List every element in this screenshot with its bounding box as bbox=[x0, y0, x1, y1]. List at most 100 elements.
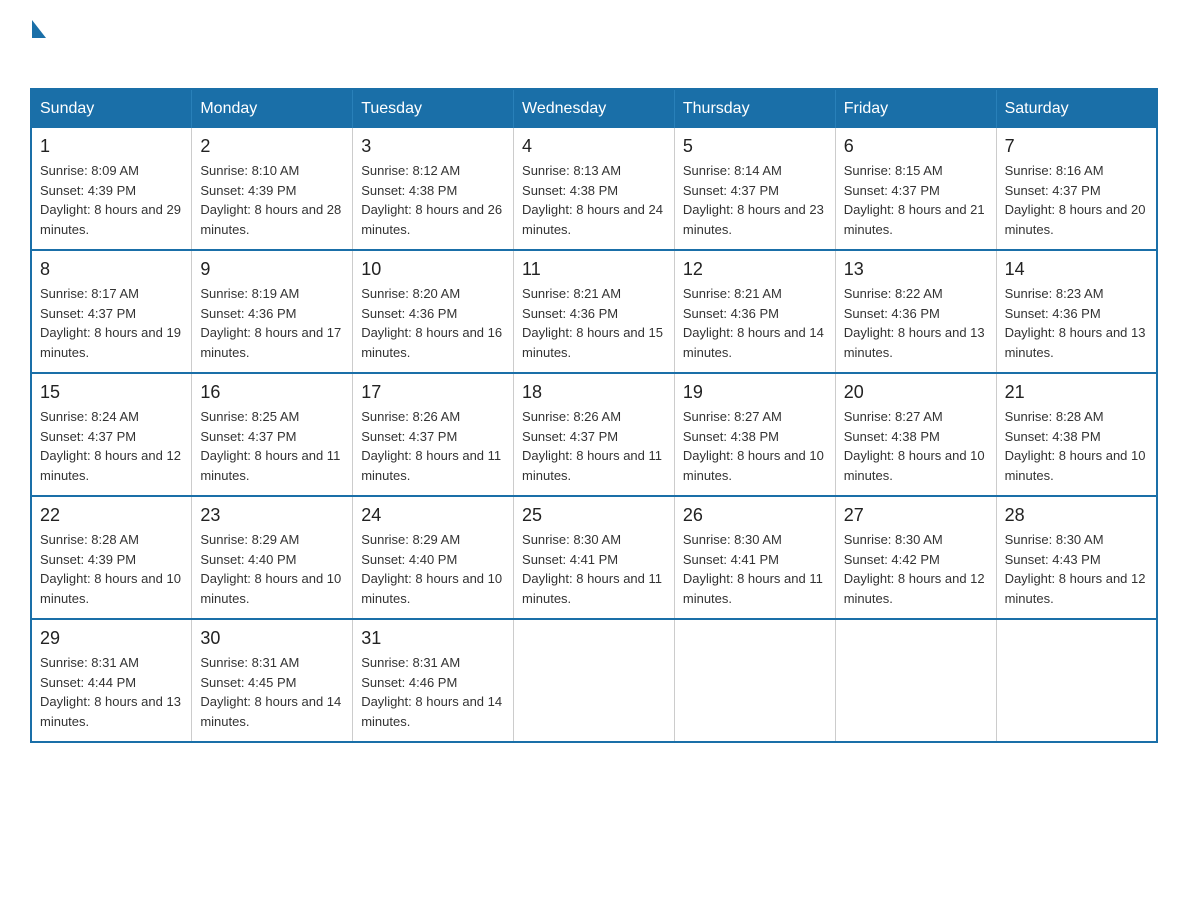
calendar-cell bbox=[674, 619, 835, 742]
calendar-week-row: 1 Sunrise: 8:09 AMSunset: 4:39 PMDayligh… bbox=[31, 128, 1157, 250]
day-info: Sunrise: 8:12 AMSunset: 4:38 PMDaylight:… bbox=[361, 163, 502, 237]
day-number: 14 bbox=[1005, 259, 1148, 280]
calendar-week-row: 29 Sunrise: 8:31 AMSunset: 4:44 PMDaylig… bbox=[31, 619, 1157, 742]
day-info: Sunrise: 8:29 AMSunset: 4:40 PMDaylight:… bbox=[200, 532, 341, 606]
day-info: Sunrise: 8:31 AMSunset: 4:44 PMDaylight:… bbox=[40, 655, 181, 729]
day-number: 10 bbox=[361, 259, 505, 280]
day-number: 12 bbox=[683, 259, 827, 280]
calendar-cell: 15 Sunrise: 8:24 AMSunset: 4:37 PMDaylig… bbox=[31, 373, 192, 496]
day-info: Sunrise: 8:20 AMSunset: 4:36 PMDaylight:… bbox=[361, 286, 502, 360]
day-info: Sunrise: 8:14 AMSunset: 4:37 PMDaylight:… bbox=[683, 163, 824, 237]
calendar-cell: 31 Sunrise: 8:31 AMSunset: 4:46 PMDaylig… bbox=[353, 619, 514, 742]
calendar-cell: 13 Sunrise: 8:22 AMSunset: 4:36 PMDaylig… bbox=[835, 250, 996, 373]
day-number: 20 bbox=[844, 382, 988, 403]
day-number: 30 bbox=[200, 628, 344, 649]
calendar-cell: 11 Sunrise: 8:21 AMSunset: 4:36 PMDaylig… bbox=[514, 250, 675, 373]
weekday-header-friday: Friday bbox=[835, 89, 996, 128]
calendar-cell: 25 Sunrise: 8:30 AMSunset: 4:41 PMDaylig… bbox=[514, 496, 675, 619]
day-number: 23 bbox=[200, 505, 344, 526]
page-header bbox=[30, 20, 1158, 68]
calendar-week-row: 22 Sunrise: 8:28 AMSunset: 4:39 PMDaylig… bbox=[31, 496, 1157, 619]
calendar-cell: 20 Sunrise: 8:27 AMSunset: 4:38 PMDaylig… bbox=[835, 373, 996, 496]
calendar-cell: 23 Sunrise: 8:29 AMSunset: 4:40 PMDaylig… bbox=[192, 496, 353, 619]
weekday-header-wednesday: Wednesday bbox=[514, 89, 675, 128]
calendar-cell: 17 Sunrise: 8:26 AMSunset: 4:37 PMDaylig… bbox=[353, 373, 514, 496]
weekday-header-sunday: Sunday bbox=[31, 89, 192, 128]
day-number: 22 bbox=[40, 505, 183, 526]
day-info: Sunrise: 8:30 AMSunset: 4:43 PMDaylight:… bbox=[1005, 532, 1146, 606]
day-info: Sunrise: 8:31 AMSunset: 4:45 PMDaylight:… bbox=[200, 655, 341, 729]
day-info: Sunrise: 8:30 AMSunset: 4:42 PMDaylight:… bbox=[844, 532, 985, 606]
calendar-cell bbox=[996, 619, 1157, 742]
calendar-cell: 1 Sunrise: 8:09 AMSunset: 4:39 PMDayligh… bbox=[31, 128, 192, 250]
day-number: 27 bbox=[844, 505, 988, 526]
day-number: 18 bbox=[522, 382, 666, 403]
calendar-cell: 3 Sunrise: 8:12 AMSunset: 4:38 PMDayligh… bbox=[353, 128, 514, 250]
calendar-week-row: 15 Sunrise: 8:24 AMSunset: 4:37 PMDaylig… bbox=[31, 373, 1157, 496]
calendar-cell: 29 Sunrise: 8:31 AMSunset: 4:44 PMDaylig… bbox=[31, 619, 192, 742]
calendar-week-row: 8 Sunrise: 8:17 AMSunset: 4:37 PMDayligh… bbox=[31, 250, 1157, 373]
day-number: 29 bbox=[40, 628, 183, 649]
day-number: 11 bbox=[522, 259, 666, 280]
day-number: 6 bbox=[844, 136, 988, 157]
day-number: 4 bbox=[522, 136, 666, 157]
day-info: Sunrise: 8:22 AMSunset: 4:36 PMDaylight:… bbox=[844, 286, 985, 360]
day-number: 7 bbox=[1005, 136, 1148, 157]
calendar-cell: 10 Sunrise: 8:20 AMSunset: 4:36 PMDaylig… bbox=[353, 250, 514, 373]
day-info: Sunrise: 8:24 AMSunset: 4:37 PMDaylight:… bbox=[40, 409, 181, 483]
day-info: Sunrise: 8:23 AMSunset: 4:36 PMDaylight:… bbox=[1005, 286, 1146, 360]
day-info: Sunrise: 8:27 AMSunset: 4:38 PMDaylight:… bbox=[683, 409, 824, 483]
weekday-header-monday: Monday bbox=[192, 89, 353, 128]
calendar-cell bbox=[835, 619, 996, 742]
calendar-cell bbox=[514, 619, 675, 742]
weekday-header-thursday: Thursday bbox=[674, 89, 835, 128]
weekday-header-saturday: Saturday bbox=[996, 89, 1157, 128]
logo bbox=[30, 20, 46, 68]
day-info: Sunrise: 8:15 AMSunset: 4:37 PMDaylight:… bbox=[844, 163, 985, 237]
calendar-cell: 16 Sunrise: 8:25 AMSunset: 4:37 PMDaylig… bbox=[192, 373, 353, 496]
calendar-cell: 28 Sunrise: 8:30 AMSunset: 4:43 PMDaylig… bbox=[996, 496, 1157, 619]
day-number: 15 bbox=[40, 382, 183, 403]
calendar-cell: 2 Sunrise: 8:10 AMSunset: 4:39 PMDayligh… bbox=[192, 128, 353, 250]
calendar-cell: 7 Sunrise: 8:16 AMSunset: 4:37 PMDayligh… bbox=[996, 128, 1157, 250]
calendar-cell: 5 Sunrise: 8:14 AMSunset: 4:37 PMDayligh… bbox=[674, 128, 835, 250]
calendar-cell: 26 Sunrise: 8:30 AMSunset: 4:41 PMDaylig… bbox=[674, 496, 835, 619]
day-number: 16 bbox=[200, 382, 344, 403]
calendar-cell: 12 Sunrise: 8:21 AMSunset: 4:36 PMDaylig… bbox=[674, 250, 835, 373]
day-number: 9 bbox=[200, 259, 344, 280]
day-number: 25 bbox=[522, 505, 666, 526]
day-number: 26 bbox=[683, 505, 827, 526]
day-info: Sunrise: 8:28 AMSunset: 4:38 PMDaylight:… bbox=[1005, 409, 1146, 483]
calendar-cell: 24 Sunrise: 8:29 AMSunset: 4:40 PMDaylig… bbox=[353, 496, 514, 619]
day-info: Sunrise: 8:27 AMSunset: 4:38 PMDaylight:… bbox=[844, 409, 985, 483]
day-number: 19 bbox=[683, 382, 827, 403]
calendar-cell: 9 Sunrise: 8:19 AMSunset: 4:36 PMDayligh… bbox=[192, 250, 353, 373]
calendar-cell: 6 Sunrise: 8:15 AMSunset: 4:37 PMDayligh… bbox=[835, 128, 996, 250]
calendar-cell: 18 Sunrise: 8:26 AMSunset: 4:37 PMDaylig… bbox=[514, 373, 675, 496]
calendar-cell: 14 Sunrise: 8:23 AMSunset: 4:36 PMDaylig… bbox=[996, 250, 1157, 373]
day-number: 21 bbox=[1005, 382, 1148, 403]
calendar-header-row: SundayMondayTuesdayWednesdayThursdayFrid… bbox=[31, 89, 1157, 128]
day-number: 28 bbox=[1005, 505, 1148, 526]
day-number: 5 bbox=[683, 136, 827, 157]
day-info: Sunrise: 8:29 AMSunset: 4:40 PMDaylight:… bbox=[361, 532, 502, 606]
day-info: Sunrise: 8:30 AMSunset: 4:41 PMDaylight:… bbox=[522, 532, 662, 606]
day-number: 8 bbox=[40, 259, 183, 280]
day-number: 17 bbox=[361, 382, 505, 403]
day-info: Sunrise: 8:28 AMSunset: 4:39 PMDaylight:… bbox=[40, 532, 181, 606]
calendar-cell: 30 Sunrise: 8:31 AMSunset: 4:45 PMDaylig… bbox=[192, 619, 353, 742]
day-number: 1 bbox=[40, 136, 183, 157]
day-info: Sunrise: 8:13 AMSunset: 4:38 PMDaylight:… bbox=[522, 163, 663, 237]
day-info: Sunrise: 8:25 AMSunset: 4:37 PMDaylight:… bbox=[200, 409, 340, 483]
calendar-cell: 19 Sunrise: 8:27 AMSunset: 4:38 PMDaylig… bbox=[674, 373, 835, 496]
calendar-cell: 22 Sunrise: 8:28 AMSunset: 4:39 PMDaylig… bbox=[31, 496, 192, 619]
day-info: Sunrise: 8:30 AMSunset: 4:41 PMDaylight:… bbox=[683, 532, 823, 606]
day-info: Sunrise: 8:17 AMSunset: 4:37 PMDaylight:… bbox=[40, 286, 181, 360]
day-number: 3 bbox=[361, 136, 505, 157]
day-number: 2 bbox=[200, 136, 344, 157]
weekday-header-tuesday: Tuesday bbox=[353, 89, 514, 128]
calendar-cell: 4 Sunrise: 8:13 AMSunset: 4:38 PMDayligh… bbox=[514, 128, 675, 250]
day-info: Sunrise: 8:26 AMSunset: 4:37 PMDaylight:… bbox=[361, 409, 501, 483]
day-info: Sunrise: 8:31 AMSunset: 4:46 PMDaylight:… bbox=[361, 655, 502, 729]
day-info: Sunrise: 8:10 AMSunset: 4:39 PMDaylight:… bbox=[200, 163, 341, 237]
